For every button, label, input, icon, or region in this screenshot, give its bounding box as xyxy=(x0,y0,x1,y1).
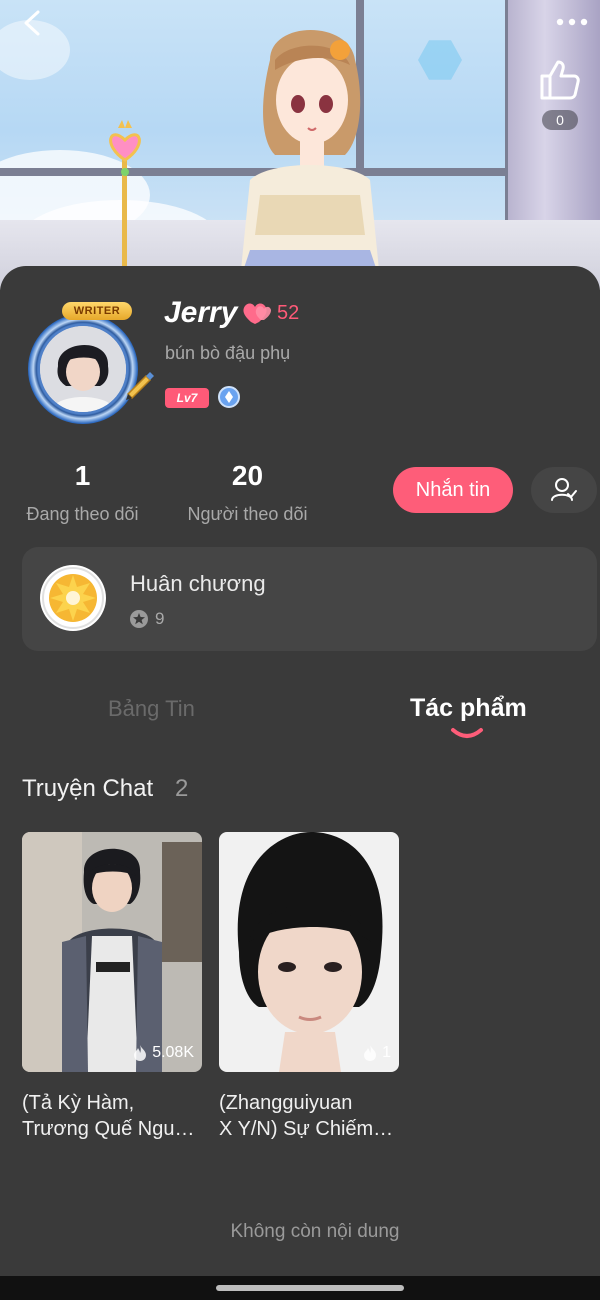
writer-badge: WRITER xyxy=(62,302,132,320)
story-views: 5.08K xyxy=(132,1044,194,1062)
message-button[interactable]: Nhắn tin xyxy=(393,467,513,513)
avatar[interactable]: WRITER xyxy=(22,300,156,428)
story-views: 1 xyxy=(362,1044,391,1062)
followers-count: 20 xyxy=(231,460,264,491)
cover-photo-icon xyxy=(219,832,399,1072)
avatar-photo xyxy=(40,326,126,412)
end-of-content-text: Không còn nội dung xyxy=(230,1221,400,1242)
follow-button[interactable] xyxy=(531,467,597,513)
followers-label: Người theo dõi xyxy=(187,504,308,524)
medal-count: 9 xyxy=(155,609,165,628)
star-glyph-icon xyxy=(133,613,145,625)
cover-photo-icon xyxy=(22,832,202,1072)
medal-title: Huân chương xyxy=(130,571,266,596)
star-icon xyxy=(130,610,148,628)
following-stat[interactable]: 1 Đang theo dõi xyxy=(20,460,145,525)
back-icon[interactable] xyxy=(18,8,48,38)
drop-icon xyxy=(225,391,233,403)
story-views-count: 1 xyxy=(382,1044,391,1061)
like-count: 0 xyxy=(542,110,578,130)
tab-works[interactable]: Tác phẩm xyxy=(410,694,527,723)
magic-wand-illustration xyxy=(109,120,141,280)
medal-card[interactable]: Huân chương 9 xyxy=(22,547,597,651)
profile-banner: 0 xyxy=(0,0,600,290)
heart-icon xyxy=(243,303,271,324)
following-label: Đang theo dõi xyxy=(26,504,139,524)
level-badge: Lv7 xyxy=(165,388,209,408)
hexagon-decoration xyxy=(418,40,462,80)
profile-bio: bún bò đậu phụ xyxy=(165,343,291,363)
section-count: 2 xyxy=(175,775,189,802)
following-count: 1 xyxy=(74,460,91,491)
fire-icon xyxy=(364,1045,377,1061)
story-views-count: 5.08K xyxy=(152,1044,194,1061)
story-title: (Tả Kỳ Hàm, Trương Quế Ngu… xyxy=(22,1092,195,1140)
person-photo-icon xyxy=(40,326,126,412)
home-gesture-handle[interactable] xyxy=(216,1285,404,1291)
user-check-icon xyxy=(551,478,577,501)
thumbs-up-icon[interactable] xyxy=(536,56,584,104)
story-cover: 5.08K xyxy=(22,832,202,1072)
sun-medal-icon xyxy=(42,567,104,629)
fire-icon xyxy=(134,1045,147,1061)
section-title: Truyện Chat xyxy=(22,775,154,802)
followers-stat[interactable]: 20 Người theo dõi xyxy=(180,460,315,525)
pen-icon xyxy=(126,372,154,400)
story-card[interactable]: 1 (Zhangguiyuan X Y/N) Sự Chiếm… xyxy=(219,832,399,1142)
tab-news[interactable]: Bảng Tin xyxy=(108,696,195,722)
story-card[interactable]: 5.08K (Tả Kỳ Hàm, Trương Quế Ngu… xyxy=(22,832,202,1142)
profile-name: Jerry xyxy=(164,296,238,329)
story-title: (Zhangguiyuan X Y/N) Sự Chiếm… xyxy=(219,1092,394,1140)
heart-count: 52 xyxy=(277,302,300,324)
active-tab-indicator xyxy=(451,728,483,738)
story-cover: 1 xyxy=(219,832,399,1072)
medal-icon xyxy=(40,565,106,631)
avatar-character-illustration xyxy=(240,30,380,280)
more-options-icon[interactable] xyxy=(552,10,592,34)
verified-icon xyxy=(218,386,240,408)
